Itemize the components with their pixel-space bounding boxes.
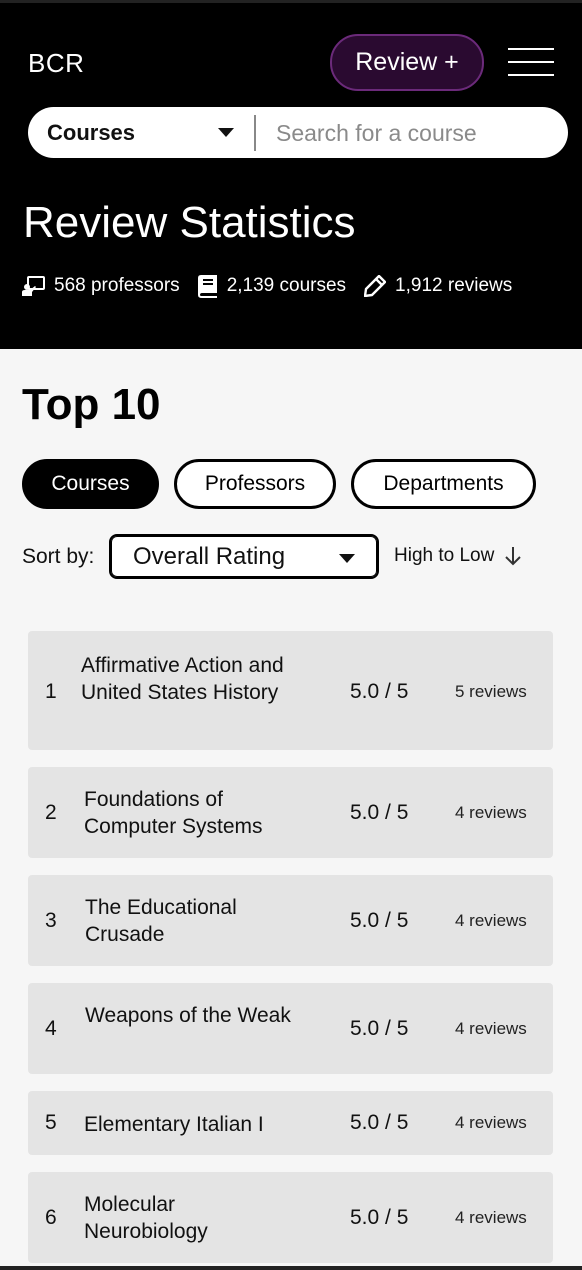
stat-reviews-label: 1,912 reviews: [395, 275, 513, 296]
stat-courses-label: 2,139 courses: [226, 275, 347, 296]
item-rating: 5.0 / 5: [350, 1017, 409, 1040]
stat-reviews: 1,912 reviews: [364, 275, 512, 297]
bottom-border: [0, 1266, 582, 1270]
search-bar: Courses: [28, 107, 568, 158]
teacher-icon: [22, 276, 45, 296]
sort-select[interactable]: Overall Rating: [109, 534, 379, 579]
search-type-value: Courses: [47, 119, 136, 145]
pencil-icon: [364, 275, 387, 297]
book-icon: [197, 274, 217, 298]
stat-professors: 568 professors: [22, 275, 180, 297]
item-name: The Educational Crusade: [85, 896, 237, 946]
item-rank: 3: [45, 909, 57, 932]
chevron-down-icon: [339, 554, 355, 563]
item-rank: 2: [45, 801, 57, 824]
stat-professors-label: 568 professors: [54, 275, 180, 296]
hamburger-menu-icon[interactable]: [508, 46, 554, 78]
item-name: Foundations of Computer Systems: [84, 788, 263, 838]
item-rank: 6: [45, 1206, 57, 1229]
chevron-down-icon: [218, 128, 234, 137]
item-rank: 5: [45, 1111, 57, 1134]
item-name: Weapons of the Weak: [85, 1004, 291, 1027]
sort-order-toggle[interactable]: High to Low: [394, 545, 522, 567]
list-item[interactable]: 1 Affirmative Action and United States H…: [28, 631, 553, 750]
top10-title: Top 10: [22, 380, 161, 429]
tab-departments[interactable]: Departments: [351, 459, 536, 509]
list-item[interactable]: 3 The Educational Crusade 5.0 / 5 4 revi…: [28, 875, 553, 966]
item-rating: 5.0 / 5: [350, 1111, 409, 1134]
tab-professors[interactable]: Professors: [174, 459, 336, 509]
list-item[interactable]: 2 Foundations of Computer Systems 5.0 / …: [28, 767, 553, 858]
list-item[interactable]: 6 Molecular Neurobiology 5.0 / 5 4 revie…: [28, 1172, 553, 1263]
search-divider: [254, 115, 256, 151]
arrow-down-icon: [505, 547, 522, 566]
stats-row: 568 professors 2,139 courses 1,912 revie…: [22, 272, 530, 300]
stats-title: Review Statistics: [23, 198, 356, 247]
item-rating: 5.0 / 5: [350, 801, 409, 824]
header: BCR Review + Courses Review Statistics 5…: [0, 0, 582, 349]
tab-courses[interactable]: Courses: [22, 459, 159, 509]
review-button[interactable]: Review +: [330, 34, 484, 91]
list-item[interactable]: 5 Elementary Italian I 5.0 / 5 4 reviews: [28, 1091, 553, 1155]
item-review-count: 4 reviews: [455, 1113, 527, 1132]
sort-order-label: High to Low: [394, 545, 495, 566]
top10-tabs: Courses Professors Departments: [22, 459, 551, 509]
brand-logo[interactable]: BCR: [28, 48, 84, 79]
item-rating: 5.0 / 5: [350, 1206, 409, 1229]
search-type-select[interactable]: Courses: [28, 107, 254, 158]
item-review-count: 5 reviews: [455, 682, 527, 701]
item-rank: 4: [45, 1017, 57, 1040]
sort-select-value: Overall Rating: [133, 542, 286, 570]
search-input[interactable]: [276, 113, 556, 153]
item-rank: 1: [45, 680, 57, 703]
item-review-count: 4 reviews: [455, 1019, 527, 1038]
item-name: Molecular Neurobiology: [84, 1193, 208, 1243]
list-item[interactable]: 4 Weapons of the Weak 5.0 / 5 4 reviews: [28, 983, 553, 1074]
top-border: [0, 0, 582, 3]
item-review-count: 4 reviews: [455, 803, 527, 822]
item-rating: 5.0 / 5: [350, 909, 409, 932]
item-name: Elementary Italian I: [84, 1113, 264, 1136]
item-review-count: 4 reviews: [455, 911, 527, 930]
item-review-count: 4 reviews: [455, 1208, 527, 1227]
item-rating: 5.0 / 5: [350, 680, 409, 703]
item-name: Affirmative Action and United States His…: [81, 654, 284, 704]
sort-label: Sort by:: [22, 545, 95, 568]
stat-courses: 2,139 courses: [197, 274, 347, 298]
